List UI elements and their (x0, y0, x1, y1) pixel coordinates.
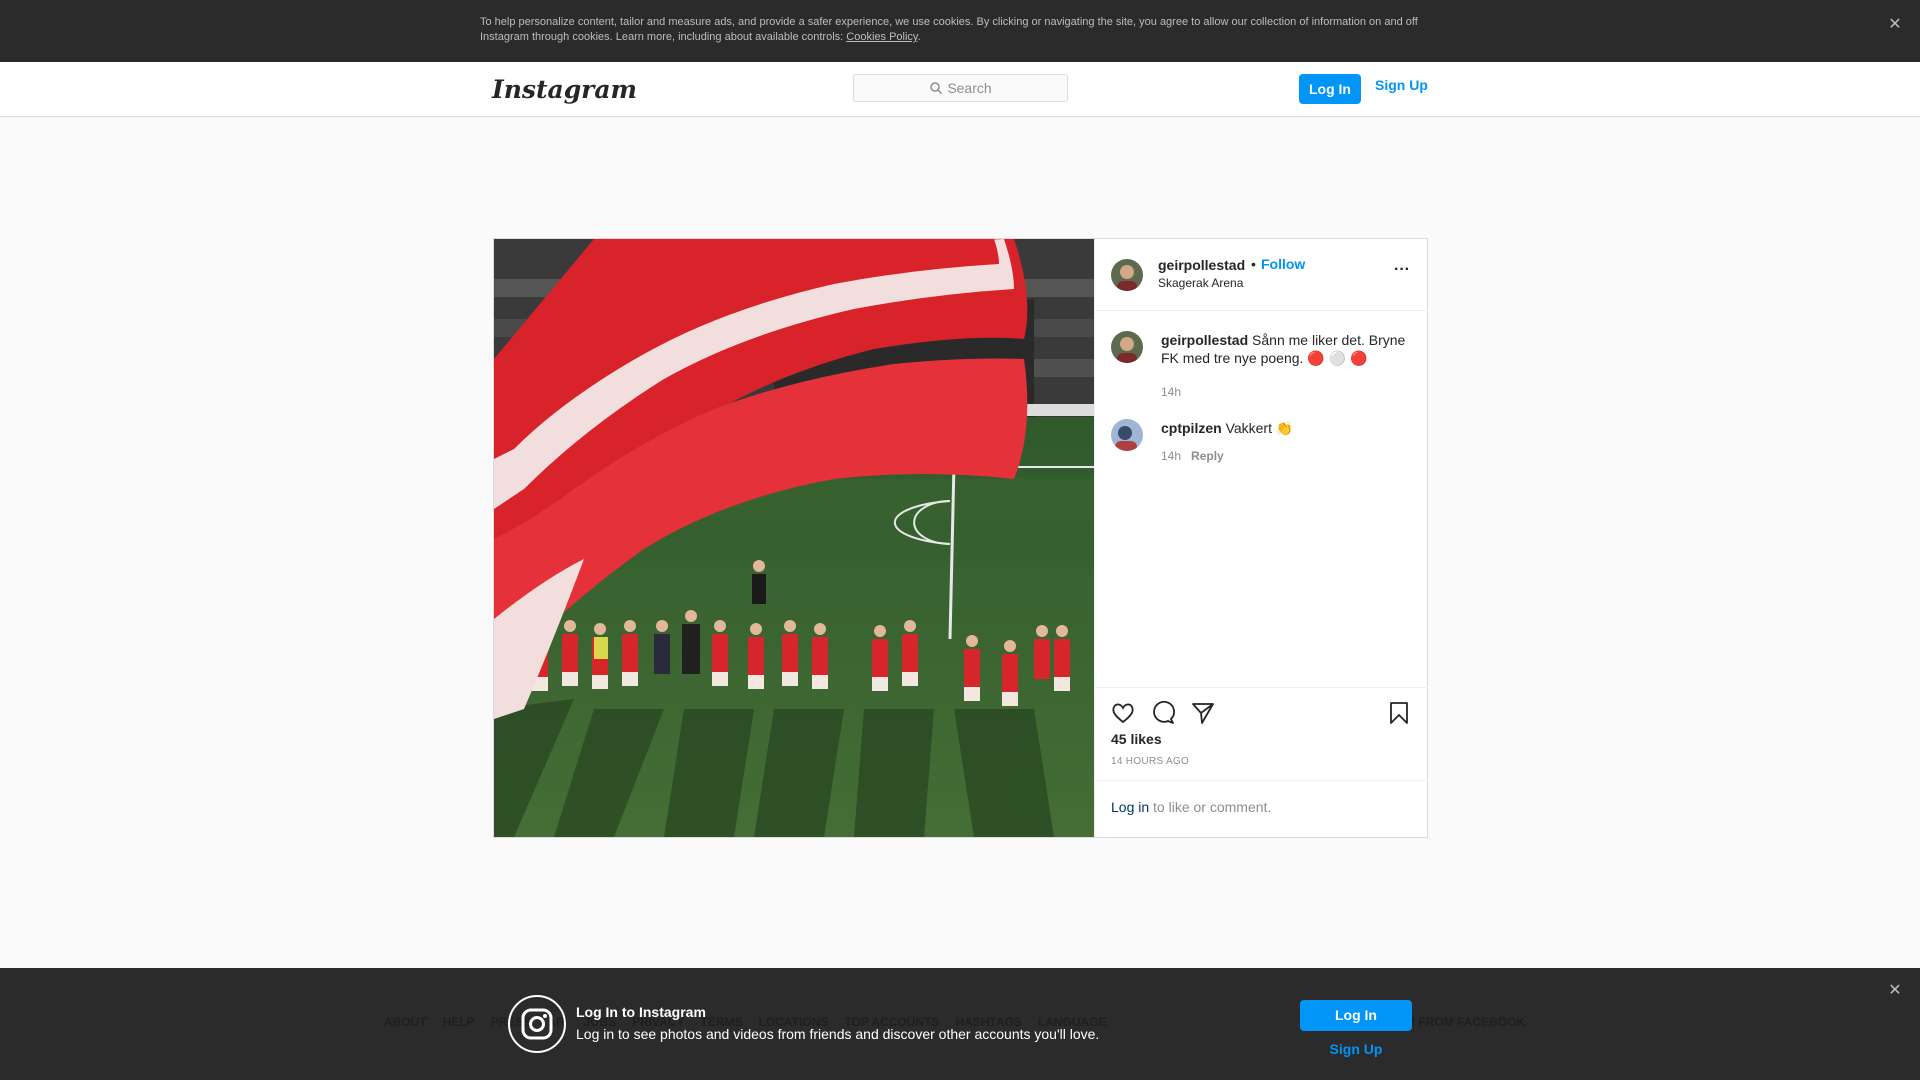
avatar[interactable] (1111, 419, 1143, 451)
login-link[interactable]: Log in (1111, 799, 1149, 815)
comment-body: geirpollestad Sånn me liker det. Bryne F… (1161, 331, 1416, 367)
cookies-policy-link[interactable]: Cookies Policy (846, 31, 917, 43)
share-icon[interactable] (1190, 700, 1216, 726)
post-location[interactable]: Skagerak Arena (1158, 276, 1243, 290)
comment-icon[interactable] (1150, 700, 1176, 726)
bookmark-icon[interactable] (1386, 700, 1412, 726)
likes-count[interactable]: 45 likes (1111, 731, 1162, 747)
follow-button[interactable]: Follow (1261, 256, 1305, 272)
footer-link[interactable]: ABOUT (384, 1015, 427, 1029)
login-prompt-subtitle: Log in to see photos and videos from fri… (576, 1026, 1100, 1042)
user-avatar-image (1111, 259, 1143, 291)
comment-meta: 14h Reply (1161, 449, 1224, 463)
search-placeholder: Search (947, 80, 992, 96)
search-input[interactable]: Search (853, 74, 1068, 102)
login-to-comment: Log in to like or comment. (1095, 780, 1428, 837)
close-icon[interactable]: ✕ (1884, 980, 1906, 1002)
cookie-period: . (917, 31, 921, 43)
more-options-icon[interactable]: ··· (1392, 262, 1412, 284)
comment-body: cptpilzen Vakkert 👏 (1161, 419, 1416, 437)
avatar[interactable] (1111, 331, 1143, 363)
comment-time[interactable]: 14h (1161, 385, 1181, 399)
post-header: geirpollestad • Follow Skagerak Arena ··… (1095, 239, 1428, 311)
post-card: geirpollestad • Follow Skagerak Arena ··… (493, 238, 1428, 838)
bottom-signup-link[interactable]: Sign Up (1300, 1041, 1412, 1057)
comment-meta: 14h (1161, 385, 1181, 399)
instagram-camera-icon (508, 995, 566, 1053)
footer-link[interactable]: HELP (443, 1015, 475, 1029)
cookie-message: To help personalize content, tailor and … (480, 16, 1418, 43)
post-sidebar: geirpollestad • Follow Skagerak Arena ··… (1094, 239, 1428, 837)
login-prompt-text: to like or comment. (1149, 799, 1272, 815)
search-icon (930, 82, 943, 95)
user-avatar-image (1111, 419, 1143, 451)
avatar[interactable] (1111, 259, 1143, 291)
football-team-photo (494, 239, 1094, 837)
post-photo[interactable] (494, 239, 1094, 837)
footer-from-facebook: M FROM FACEBOOK (1405, 1015, 1525, 1029)
comment-username[interactable]: geirpollestad (1161, 332, 1248, 348)
cookie-text: To help personalize content, tailor and … (480, 15, 1430, 45)
login-button[interactable]: Log In (1299, 74, 1361, 104)
user-avatar-image (1111, 331, 1143, 363)
bottom-login-button[interactable]: Log In (1300, 1000, 1412, 1031)
login-prompt-title: Log In to Instagram (576, 1004, 706, 1020)
close-icon[interactable]: ✕ (1884, 14, 1906, 36)
separator-dot: • (1251, 256, 1256, 272)
instagram-logo[interactable]: Instagram (492, 75, 637, 104)
signup-link[interactable]: Sign Up (1375, 77, 1428, 93)
comment-text: Vakkert 👏 (1225, 420, 1294, 436)
post-timestamp[interactable]: 14 HOURS AGO (1111, 756, 1189, 767)
login-prompt-bar: ABOUT HELP PRESS API JOBS PRIVACY TERMS … (0, 968, 1920, 1080)
post-actions: 45 likes 14 HOURS AGO Log in to like or … (1095, 687, 1428, 837)
top-navigation: Instagram Search Log In Sign Up (0, 62, 1920, 117)
comment-time[interactable]: 14h (1161, 449, 1181, 463)
heart-icon[interactable] (1110, 700, 1136, 726)
reply-button[interactable]: Reply (1191, 449, 1224, 463)
comment-username[interactable]: cptpilzen (1161, 420, 1222, 436)
post-author-username[interactable]: geirpollestad (1158, 257, 1245, 273)
cookie-banner: To help personalize content, tailor and … (0, 0, 1920, 62)
